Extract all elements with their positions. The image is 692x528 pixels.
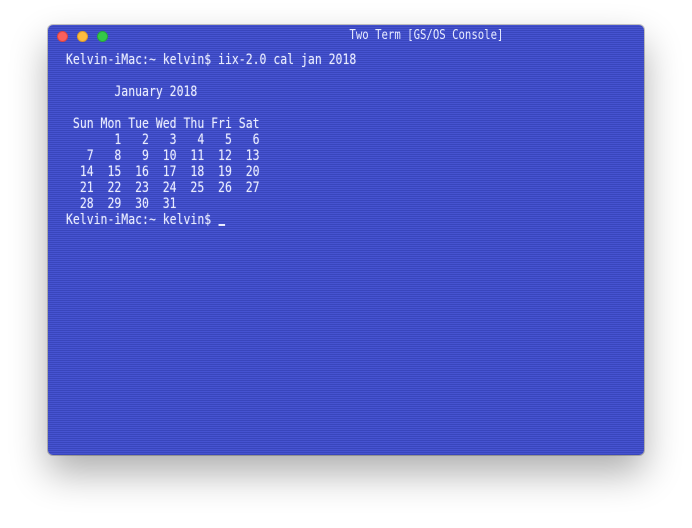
calendar-month-title: January 2018 — [66, 84, 198, 100]
calendar-week-row: 14 15 16 17 18 19 20 — [66, 164, 260, 180]
terminal-output[interactable]: Kelvin-iMac:~ kelvin$ iix-2.0 cal jan 20… — [66, 52, 356, 228]
minimize-button[interactable] — [77, 31, 88, 42]
calendar-week-row: 7 8 9 10 11 12 13 — [66, 148, 260, 164]
calendar-week-row: 1 2 3 4 5 6 — [66, 132, 260, 148]
calendar-weekday-header: Sun Mon Tue Wed Thu Fri Sat — [66, 116, 260, 132]
text-cursor — [218, 224, 226, 226]
window-title: Two Term [GS/OS Console] — [349, 28, 504, 43]
shell-prompt: Kelvin-iMac:~ kelvin$ — [66, 212, 219, 228]
calendar-week-row: 21 22 23 24 25 26 27 — [66, 180, 260, 196]
zoom-button[interactable] — [97, 31, 108, 42]
prompt-line[interactable]: Kelvin-iMac:~ kelvin$ — [66, 212, 356, 228]
terminal-window: Two Term [GS/OS Console] Kelvin-iMac:~ k… — [48, 25, 644, 455]
title-bar[interactable]: Two Term [GS/OS Console] — [48, 25, 644, 47]
close-button[interactable] — [57, 31, 68, 42]
calendar-week-row: 28 29 30 31 — [66, 196, 177, 212]
command-line: Kelvin-iMac:~ kelvin$ iix-2.0 cal jan 20… — [66, 52, 357, 68]
